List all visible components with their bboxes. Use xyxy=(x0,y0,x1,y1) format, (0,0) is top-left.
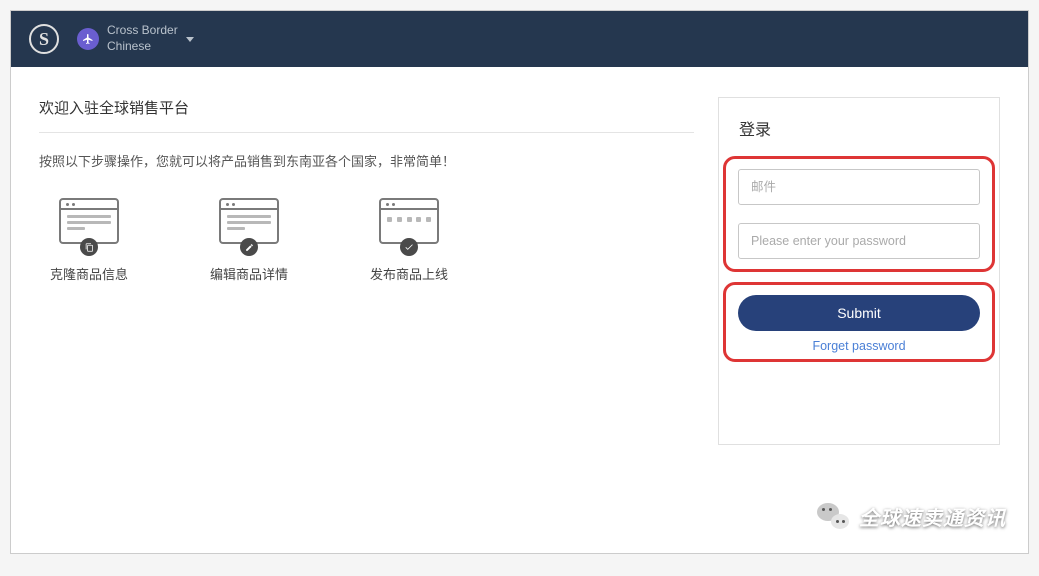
brand-logo-icon: S xyxy=(29,24,59,54)
language-text: Chinese xyxy=(107,39,178,55)
forget-password-link[interactable]: Forget password xyxy=(812,339,905,353)
airplane-icon xyxy=(77,28,99,50)
step-label: 克隆商品信息 xyxy=(50,264,128,283)
step-label: 编辑商品详情 xyxy=(210,264,288,283)
copy-badge-icon xyxy=(80,238,98,256)
submit-button[interactable]: Submit xyxy=(738,295,980,331)
submit-highlight: Submit Forget password xyxy=(723,282,995,362)
step-publish: 发布商品上线 xyxy=(359,198,459,283)
wechat-icon xyxy=(817,503,849,531)
watermark-text: 全球速卖通资讯 xyxy=(859,502,1006,531)
welcome-subtitle: 按照以下步骤操作，您就可以将产品销售到东南亚各个国家，非常简单！ xyxy=(39,151,694,170)
top-navigation-bar: S Cross Border Chinese xyxy=(11,11,1028,67)
login-panel: 登录 Submit Forget password xyxy=(718,97,1000,445)
step-edit: 编辑商品详情 xyxy=(199,198,299,283)
step-label: 发布商品上线 xyxy=(370,264,448,283)
divider xyxy=(39,132,694,133)
region-language-dropdown[interactable]: Cross Border Chinese xyxy=(71,23,194,54)
check-badge-icon xyxy=(400,238,418,256)
welcome-title: 欢迎入驻全球销售平台 xyxy=(39,97,694,118)
chevron-down-icon xyxy=(186,37,194,42)
region-text: Cross Border xyxy=(107,23,178,39)
onboarding-steps: 克隆商品信息 xyxy=(39,198,694,283)
credentials-highlight xyxy=(723,156,995,272)
step-clone: 克隆商品信息 xyxy=(39,198,139,283)
email-field[interactable] xyxy=(738,169,980,205)
password-field[interactable] xyxy=(738,223,980,259)
welcome-panel: 欢迎入驻全球销售平台 按照以下步骤操作，您就可以将产品销售到东南亚各个国家，非常… xyxy=(39,97,694,445)
watermark: 全球速卖通资讯 xyxy=(817,502,1006,531)
login-title: 登录 xyxy=(739,116,979,140)
pencil-badge-icon xyxy=(240,238,258,256)
region-language-label: Cross Border Chinese xyxy=(107,23,178,54)
